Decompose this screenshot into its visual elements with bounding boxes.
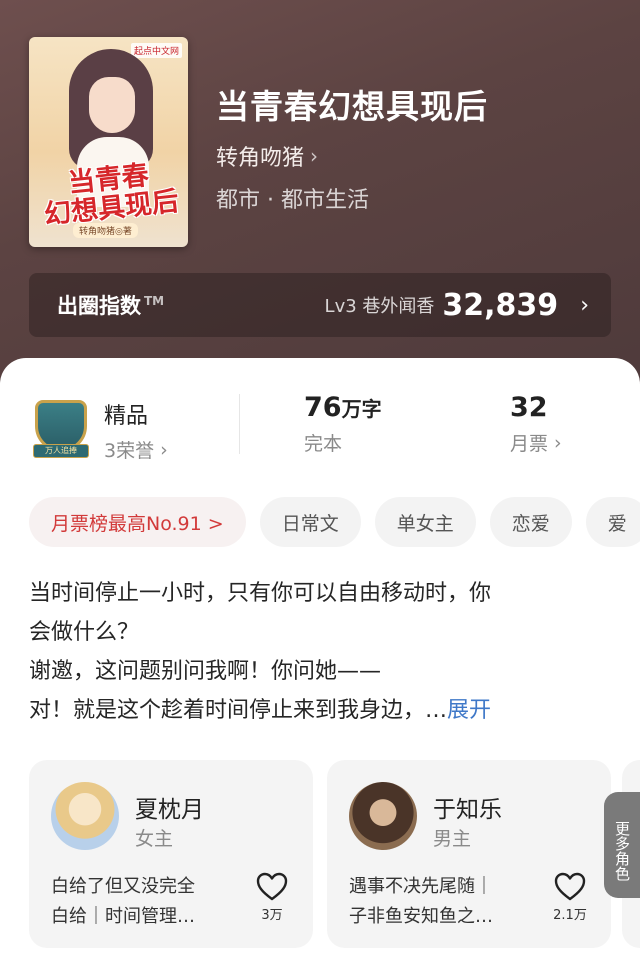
book-cover[interactable]: 起点中文网 当青春 幻想具现后 转角吻猪◎著 bbox=[29, 37, 188, 247]
quality-stat[interactable]: 精品 3荣誉 › bbox=[104, 398, 168, 463]
character-desc-line: 白给了但又没完全 bbox=[51, 876, 195, 897]
cover-art-face bbox=[89, 77, 135, 133]
tag-list: 月票榜最高No.91 > 日常文 单女主 恋爱 爱 bbox=[29, 497, 640, 549]
book-status: 完本 bbox=[304, 433, 343, 455]
book-title: 当青春幻想具现后 bbox=[216, 87, 488, 126]
ticket-label-row: 月票 › bbox=[510, 429, 562, 456]
author-name: 转角吻猪 bbox=[216, 146, 305, 171]
divider bbox=[239, 394, 240, 454]
badge-ribbon: 万人追捧 bbox=[33, 444, 89, 458]
monthly-ticket-stat[interactable]: 32 月票 › bbox=[510, 392, 562, 456]
cover-author: 转角吻猪◎著 bbox=[73, 223, 138, 238]
chevron-right-icon: › bbox=[310, 144, 319, 168]
cover-brand: 起点中文网 bbox=[130, 43, 182, 58]
honor-badge-icon[interactable]: 万人追捧 bbox=[31, 400, 91, 462]
chevron-right-icon: › bbox=[580, 292, 589, 318]
like-button[interactable]: 2.1万 bbox=[549, 872, 591, 923]
book-category: 都市 · 都市生活 bbox=[216, 188, 369, 213]
like-count: 2.1万 bbox=[553, 908, 587, 923]
character-desc-line: 白给｜时间管理… bbox=[51, 906, 195, 927]
ticket-label: 月票 bbox=[510, 433, 549, 455]
tag-rank[interactable]: 月票榜最高No.91 > bbox=[29, 497, 246, 547]
character-avatar bbox=[51, 782, 119, 850]
word-count: 76万字 bbox=[304, 392, 382, 423]
quality-label: 精品 bbox=[104, 404, 149, 429]
like-count: 3万 bbox=[261, 908, 283, 923]
index-value: 32,839 bbox=[442, 287, 559, 323]
index-level: Lv3 巷外闻香 bbox=[324, 296, 435, 317]
character-desc: 白给了但又没完全 白给｜时间管理… bbox=[51, 872, 233, 932]
heart-icon bbox=[554, 872, 586, 901]
ticket-count: 32 bbox=[510, 392, 548, 423]
expand-link[interactable]: 展开 bbox=[447, 698, 491, 723]
desc-line-last: 对！就是这个趁着时间停止来到我身边，…展开 bbox=[29, 691, 614, 730]
desc-line: 当时间停止一小时，只有你可以自由移动时，你 bbox=[29, 581, 492, 606]
character-desc-line: 子非鱼安知鱼之… bbox=[349, 906, 493, 927]
tag-item[interactable]: 日常文 bbox=[259, 497, 361, 547]
character-avatar bbox=[349, 782, 417, 850]
desc-line-text: 对！就是这个趁着时间停止来到我身边，… bbox=[29, 698, 448, 723]
like-button[interactable]: 3万 bbox=[251, 872, 293, 923]
character-card[interactable]: 夏枕月 女主 白给了但又没完全 白给｜时间管理… 3万 bbox=[29, 760, 313, 948]
character-role: 女主 bbox=[135, 828, 174, 850]
character-role: 男主 bbox=[433, 828, 472, 850]
desc-line: 谢邀，这问题别问我啊！你问她—— bbox=[29, 659, 382, 684]
tag-item[interactable]: 单女主 bbox=[374, 497, 476, 547]
chevron-right-icon: › bbox=[554, 431, 562, 454]
chevron-right-icon: › bbox=[160, 438, 168, 461]
tag-item[interactable]: 恋爱 bbox=[489, 497, 572, 547]
more-characters-tab[interactable]: 更多角色 bbox=[604, 792, 640, 898]
character-name: 于知乐 bbox=[433, 797, 502, 823]
desc-line: 会做什么？ bbox=[29, 620, 140, 645]
index-right: Lv3 巷外闻香 32,839 › bbox=[325, 288, 589, 323]
word-count-stat: 76万字 完本 bbox=[304, 392, 382, 456]
book-description[interactable]: 当时间停止一小时，只有你可以自由移动时，你 会做什么？ 谢邀，这问题别问我啊！你… bbox=[29, 574, 614, 730]
word-count-number: 76 bbox=[304, 392, 342, 423]
cover-title: 当青春 幻想具现后 bbox=[32, 157, 187, 231]
character-desc-line: 遇事不决先尾随｜ bbox=[349, 876, 493, 897]
word-count-unit: 万字 bbox=[341, 397, 382, 421]
tag-item[interactable]: 爱 bbox=[585, 497, 640, 547]
character-desc: 遇事不决先尾随｜ 子非鱼安知鱼之… bbox=[349, 872, 531, 932]
author-link[interactable]: 转角吻猪 › bbox=[216, 140, 318, 172]
character-name: 夏枕月 bbox=[135, 797, 204, 823]
trademark-mark: TM bbox=[144, 294, 165, 308]
honors-count: 3荣誉 bbox=[104, 440, 155, 462]
honors-link: 3荣誉 › bbox=[104, 436, 168, 463]
heart-icon bbox=[256, 872, 288, 901]
character-card[interactable]: 于知乐 男主 遇事不决先尾随｜ 子非鱼安知鱼之… 2.1万 bbox=[327, 760, 611, 948]
index-label: 出圈指数 TM bbox=[57, 290, 164, 320]
index-label-text: 出圈指数 bbox=[57, 294, 141, 318]
popularity-index-bar[interactable]: 出圈指数 TM Lv3 巷外闻香 32,839 › bbox=[29, 273, 611, 337]
